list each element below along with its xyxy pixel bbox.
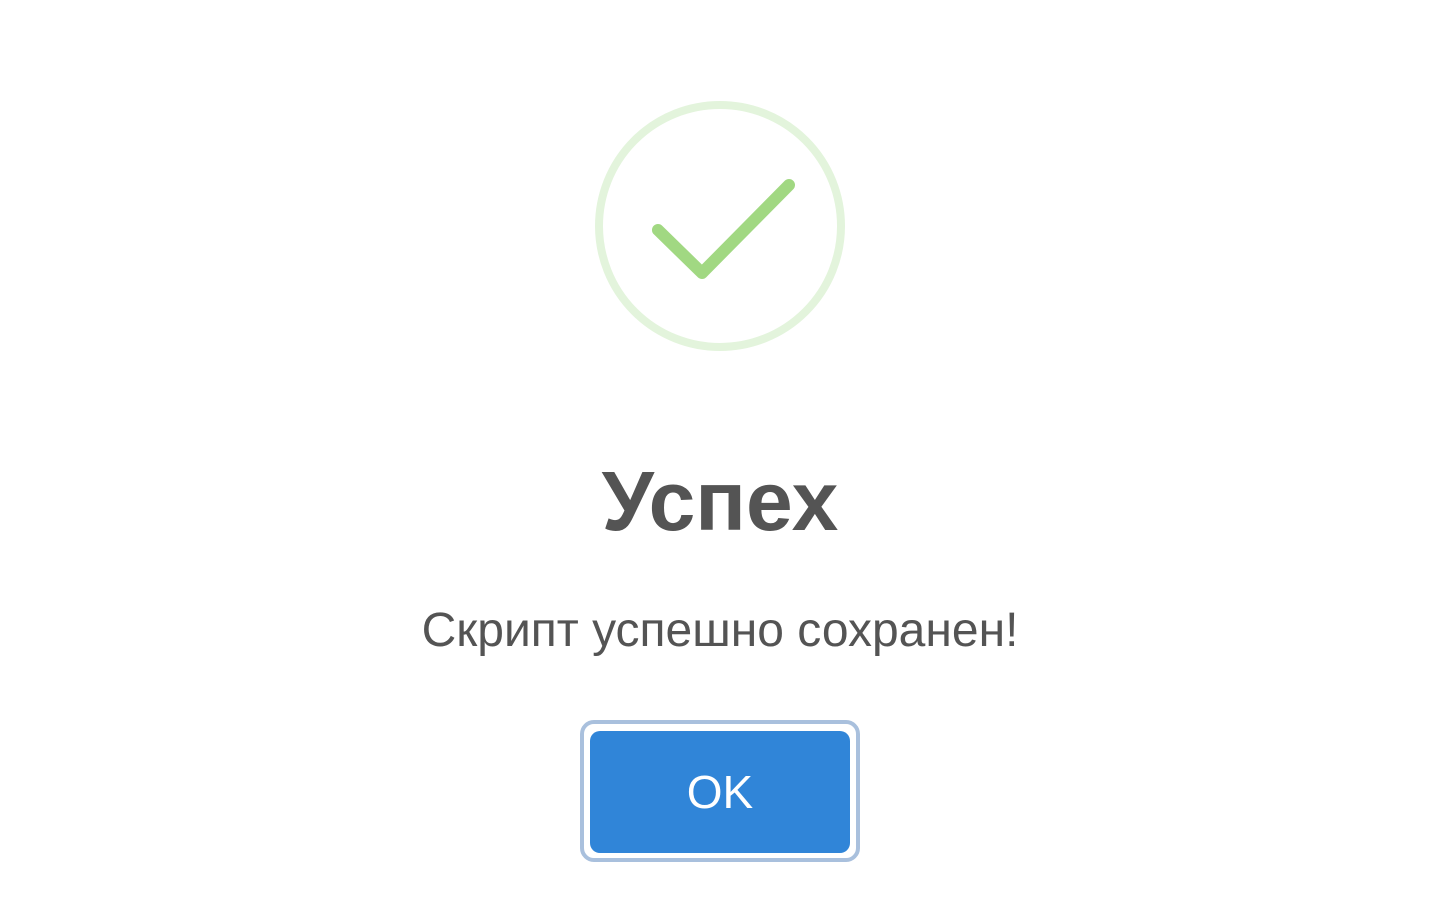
ok-button[interactable]: OK (590, 731, 850, 853)
dialog-message: Скрипт успешно сохранен! (421, 604, 1019, 657)
dialog-title: Успех (601, 454, 839, 548)
success-dialog: Успех Скрипт успешно сохранен! OK (0, 0, 1440, 920)
success-checkmark-icon (595, 101, 845, 351)
